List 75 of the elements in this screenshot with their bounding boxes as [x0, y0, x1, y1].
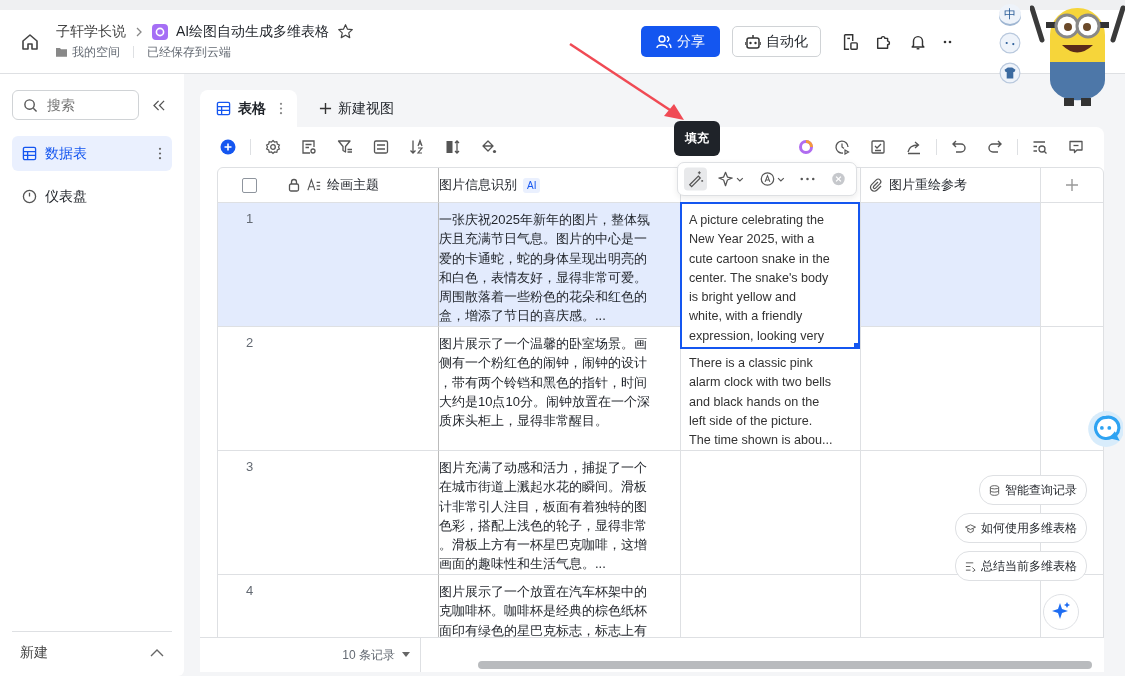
assistant-action-button[interactable]: 如何使用多维表格 [955, 513, 1087, 543]
sort-icon[interactable] [409, 139, 425, 155]
selected-cell-editor[interactable]: A picture celebrating the New Year 2025, with a cute cartoon snake in the center. The snake's body is bright yellow and white, with a friendly expression, looking very [680, 202, 860, 349]
location-label[interactable]: 我的空间 [72, 43, 120, 61]
paint-bucket-icon[interactable] [481, 139, 497, 155]
row-number-cell[interactable]: 2 [218, 327, 439, 451]
translation-text[interactable]: There is a classic pink alarm clock with two bells and black hands on the left side of the picture. The time shown is abou... [681, 346, 860, 451]
ai-badge: AI [523, 177, 541, 193]
paperclip-icon [869, 178, 883, 192]
tooltip: 填充 [674, 121, 720, 156]
chevron-up-icon[interactable] [150, 649, 164, 657]
view-tab[interactable]: 表格 [200, 90, 297, 127]
magic-wand-icon[interactable] [684, 167, 707, 191]
row-height-icon[interactable] [445, 139, 461, 155]
robot-icon [745, 33, 761, 50]
checkbox-icon[interactable] [870, 139, 886, 155]
assistant-action-button[interactable]: 总结当前多维表格 [955, 551, 1087, 581]
document-title: AI绘图自动生成多维表格 [176, 22, 330, 41]
column-header[interactable]: 图片重绘参考 [889, 176, 967, 194]
item-menu-icon[interactable] [158, 147, 162, 160]
share-button[interactable]: 分享 [641, 26, 720, 57]
scrollbar-thumb[interactable] [478, 661, 1092, 669]
table-cell: 一张庆祝2025年新年的图片，整体氛庆且充满节日气息。图片的中心是一爱的卡通蛇，蛇的身体呈现出明亮的和白色，表情友好，显得非常可爱。周围散落着一些粉色的花朵和红色的盒，增添了节日的喜庆感。... [439, 203, 681, 327]
new-label[interactable]: 新建 [20, 644, 48, 662]
document-icon[interactable] [841, 32, 859, 51]
field-settings-icon[interactable] [301, 139, 317, 155]
row-number-cell[interactable]: 3 [218, 451, 439, 575]
people-icon [656, 33, 672, 50]
ai-sparkle-button[interactable] [1043, 594, 1079, 630]
automation-button[interactable]: 自动化 [732, 26, 821, 57]
sidebar-item[interactable]: 仪表盘 [12, 179, 172, 214]
chat-bubble-icon[interactable] [1085, 410, 1123, 448]
folder-icon [56, 47, 67, 57]
save-status: 已经保存到云端 [147, 43, 231, 61]
redo-icon[interactable] [987, 139, 1003, 155]
search-icon [23, 98, 38, 113]
home-icon[interactable] [20, 31, 40, 52]
search-field[interactable]: 搜索 [12, 90, 139, 120]
text-field-icon [307, 178, 321, 192]
column-header[interactable]: 绘画主题 [327, 176, 379, 194]
settings-icon[interactable] [265, 139, 281, 155]
database-icon [989, 484, 1000, 496]
share-arrow-icon[interactable] [906, 139, 922, 155]
search-list-icon[interactable] [1032, 139, 1048, 155]
table-cell: 图片充满了动感和活力，捕捉了一个在城市街道上溅起水花的瞬间。滑板计非常引人注目，板面有着独特的图色彩，搭配上浅色的轮子，显得非常。滑板上方有一杯星巴克咖啡，这增画面的趣味性和生活气息。... [439, 451, 681, 575]
graduation-cap-icon [965, 522, 976, 534]
summary-icon [965, 560, 976, 572]
record-count[interactable]: 10 条记录 [200, 638, 421, 672]
app-logo-icon [152, 23, 168, 40]
ring-logo-icon[interactable] [798, 139, 814, 155]
shirt-icon[interactable] [999, 62, 1021, 84]
collapse-icon[interactable] [153, 99, 166, 111]
caret-down-icon [402, 652, 410, 658]
lock-icon [287, 178, 301, 192]
gauge-icon [22, 189, 37, 204]
plus-icon [319, 102, 332, 115]
column-header[interactable]: 图片信息识别 [439, 176, 517, 194]
undo-icon[interactable] [951, 139, 967, 155]
sidebar-item[interactable]: 数据表 [12, 136, 172, 171]
clock-icon[interactable] [834, 139, 850, 155]
breadcrumb-parent[interactable]: 子轩学长说 [56, 22, 126, 41]
table-cell: 图片展示了一个温馨的卧室场景。画侧有一个粉红色的闹钟，闹钟的设计，带有两个铃铛和黑色的指针，时间大约是10点10分。闹钟放置在一个深质床头柜上，显得非常醒目。 [439, 327, 681, 451]
list-icon[interactable] [373, 139, 389, 155]
chevron-right-icon [134, 26, 144, 37]
tab-menu-icon[interactable] [279, 102, 283, 115]
assistant-action-button[interactable]: 智能查询记录 [979, 475, 1087, 505]
comment-icon[interactable] [1068, 139, 1084, 155]
table-icon [22, 146, 37, 161]
new-view-button[interactable]: 新建视图 [297, 90, 416, 127]
grid-icon [216, 101, 231, 116]
filter-icon[interactable] [337, 139, 353, 155]
select-all-checkbox[interactable] [242, 177, 257, 193]
row-number-cell[interactable]: 1 [218, 203, 439, 327]
add-record-icon[interactable] [220, 139, 236, 155]
star-icon[interactable] [337, 23, 355, 40]
